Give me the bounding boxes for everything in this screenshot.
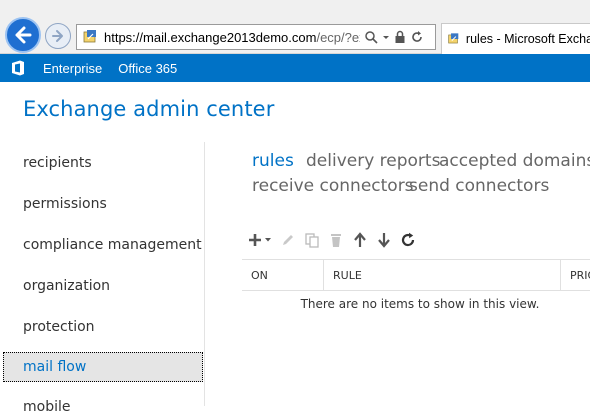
back-button[interactable]	[5, 17, 41, 53]
move-down-icon	[378, 233, 390, 248]
rules-grid-header: ON RULE PRIORITY	[242, 259, 590, 291]
browser-tab[interactable]: rules - Microsoft Exchan	[441, 23, 590, 54]
nav-item-mail-flow[interactable]: mail flow	[3, 352, 203, 382]
address-bar[interactable]: https://mail.exchange2013demo.com/ecp/?e…	[76, 24, 436, 50]
column-header-on[interactable]: ON	[242, 260, 324, 290]
move-up-icon	[354, 232, 366, 247]
column-header-priority[interactable]: PRIORITY	[561, 260, 590, 290]
suite-bar: Enterprise Office 365	[0, 54, 590, 82]
address-tools	[364, 30, 424, 44]
suite-link-office365[interactable]: Office 365	[118, 61, 177, 76]
app-title: Exchange admin center	[23, 97, 275, 121]
nav-item-recipients[interactable]: recipients	[23, 155, 92, 171]
empty-grid-message: There are no items to show in this view.	[300, 297, 540, 311]
arrow-right-icon	[52, 30, 63, 42]
suite-link-enterprise[interactable]: Enterprise	[43, 61, 102, 76]
column-header-rule[interactable]: RULE	[324, 260, 561, 290]
refresh-button[interactable]	[396, 229, 420, 251]
left-nav: recipients permissions compliance manage…	[0, 142, 205, 415]
nav-item-compliance-management[interactable]: compliance management	[23, 237, 202, 253]
nav-item-protection[interactable]: protection	[23, 319, 95, 335]
exchange-favicon-icon	[448, 33, 459, 44]
forward-button[interactable]	[45, 23, 71, 49]
copy-button[interactable]	[300, 229, 324, 251]
url-text[interactable]: https://mail.exchange2013demo.com/ecp/?e…	[104, 30, 360, 45]
toolbar	[246, 229, 420, 251]
url-path: /ecp/?exsvur	[316, 29, 360, 45]
lock-icon[interactable]	[394, 30, 406, 44]
office-logo-icon[interactable]	[0, 54, 36, 82]
add-button[interactable]	[246, 229, 276, 251]
tab-rules[interactable]: rules	[252, 151, 294, 171]
delete-button[interactable]	[324, 229, 348, 251]
delete-icon	[331, 234, 341, 247]
dropdown-arrow-icon[interactable]	[382, 30, 390, 44]
search-icon[interactable]	[364, 30, 378, 44]
tab-send-connectors[interactable]: send connectors	[409, 176, 549, 196]
tab-title: rules - Microsoft Exchan	[465, 32, 590, 46]
copy-icon	[305, 233, 319, 248]
arrow-left-icon	[15, 26, 32, 44]
refresh-page-icon[interactable]	[410, 30, 424, 44]
tab-delivery-reports[interactable]: delivery reports	[306, 151, 440, 171]
edit-icon	[283, 235, 293, 245]
nav-item-organization[interactable]: organization	[23, 278, 110, 294]
tab-accepted-domains[interactable]: accepted domains	[439, 151, 590, 171]
edit-button[interactable]	[276, 229, 300, 251]
add-icon	[249, 234, 271, 246]
move-down-button[interactable]	[372, 229, 396, 251]
nav-item-permissions[interactable]: permissions	[23, 196, 107, 212]
tab-receive-connectors[interactable]: receive connectors	[252, 176, 414, 196]
url-host: https://mail.exchange2013demo.com	[104, 29, 317, 45]
browser-chrome: https://mail.exchange2013demo.com/ecp/?e…	[0, 0, 590, 54]
nav-item-mobile[interactable]: mobile	[23, 399, 70, 415]
refresh-icon	[401, 232, 415, 247]
exchange-favicon-icon	[83, 30, 96, 43]
move-up-button[interactable]	[348, 229, 372, 251]
